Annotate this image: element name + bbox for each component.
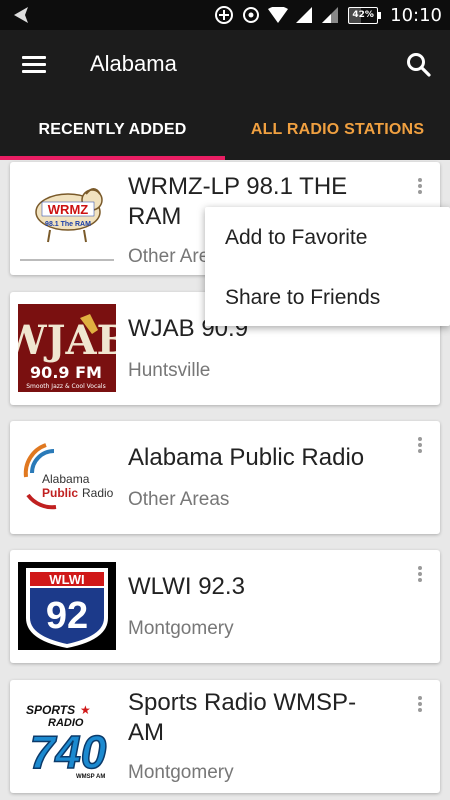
sports-740-logo-icon: SPORTS ★ RADIO 740 WMSP AM	[18, 692, 116, 780]
tab-all-radio-stations[interactable]: ALL RADIO STATIONS	[225, 100, 450, 160]
page-title: Alabama	[90, 51, 177, 76]
svg-text:WLWI: WLWI	[49, 572, 84, 587]
tab-bar: RECENTLY ADDED ALL RADIO STATIONS	[0, 100, 450, 160]
list-item[interactable]: Alabama Public Radio Alabama Public Radi…	[10, 421, 440, 534]
data-saver-icon	[215, 6, 234, 24]
more-vert-icon[interactable]	[410, 562, 430, 586]
station-name: Sports Radio WMSP-AM	[128, 689, 357, 746]
battery-text: 42%	[352, 9, 374, 20]
more-vert-icon[interactable]	[410, 174, 430, 198]
svg-text:740: 740	[30, 726, 107, 778]
svg-text:90.9 FM: 90.9 FM	[30, 363, 102, 382]
station-location: Montgomery	[128, 618, 234, 639]
dot	[418, 437, 422, 441]
svg-text:WRMZ: WRMZ	[48, 202, 88, 217]
svg-text:Public: Public	[42, 486, 78, 500]
dot	[418, 708, 422, 712]
share-to-friends-item[interactable]: Share to Friends	[225, 286, 380, 310]
hamburger-icon-line	[22, 63, 46, 66]
svg-text:WJAB: WJAB	[18, 317, 116, 364]
list-item[interactable]: SPORTS ★ RADIO 740 WMSP AM Sports Radio …	[10, 680, 440, 793]
dot	[418, 178, 422, 182]
svg-text:92: 92	[46, 595, 88, 637]
wjab-logo-icon: WJAB 90.9 FM Smooth Jazz & Cool Vocals	[18, 304, 116, 392]
dot	[418, 696, 422, 700]
more-vert-icon[interactable]	[410, 692, 430, 716]
search-icon[interactable]	[404, 50, 434, 80]
wifi-icon	[268, 7, 289, 23]
target-icon	[243, 7, 260, 23]
dot	[418, 702, 422, 706]
back-arrow-icon[interactable]	[8, 4, 34, 26]
list-item[interactable]: WLWI 92 WLWI 92.3 Montgomery	[10, 550, 440, 663]
ram-logo-icon: WRMZ 98.1 The RAM	[18, 174, 116, 262]
battery-icon: 42%	[348, 6, 382, 24]
dot	[418, 566, 422, 570]
svg-text:WMSP AM: WMSP AM	[76, 774, 105, 780]
hamburger-icon	[22, 56, 46, 59]
signal-2-icon	[322, 7, 339, 23]
svg-text:98.1 The RAM: 98.1 The RAM	[45, 221, 91, 228]
status-icons: 42% 10:10	[214, 0, 442, 30]
station-location: Huntsville	[128, 360, 211, 381]
dot	[418, 184, 422, 188]
svg-text:★: ★	[80, 703, 91, 717]
more-vert-icon[interactable]	[410, 433, 430, 457]
svg-text:SPORTS: SPORTS	[26, 703, 75, 717]
app-bar: Alabama	[0, 30, 450, 100]
tab-recently-added[interactable]: RECENTLY ADDED	[0, 100, 225, 160]
dot	[418, 572, 422, 576]
apr-logo-icon: Alabama Public Radio	[18, 433, 116, 521]
station-name: WLWI 92.3	[128, 573, 245, 600]
dot	[418, 443, 422, 447]
hamburger-icon-line	[22, 70, 46, 73]
clock: 10:10	[390, 4, 442, 26]
dot	[418, 449, 422, 453]
svg-text:Alabama: Alabama	[42, 472, 90, 486]
svg-text:Smooth Jazz & Cool Vocals: Smooth Jazz & Cool Vocals	[26, 383, 105, 390]
station-name: Alabama Public Radio	[128, 444, 365, 471]
menu-button[interactable]	[18, 51, 52, 79]
add-to-favorite-item[interactable]: Add to Favorite	[225, 226, 367, 250]
signal-icon	[296, 7, 313, 23]
dot	[418, 190, 422, 194]
station-location: Other Areas	[128, 489, 230, 510]
station-location: Montgomery	[128, 762, 234, 783]
svg-text:Radio: Radio	[82, 486, 114, 500]
status-bar: 42% 10:10	[0, 0, 450, 30]
dot	[418, 578, 422, 582]
popup-menu: Add to Favorite Share to Friends	[205, 207, 450, 326]
wlwi-logo-icon: WLWI 92	[18, 562, 116, 650]
